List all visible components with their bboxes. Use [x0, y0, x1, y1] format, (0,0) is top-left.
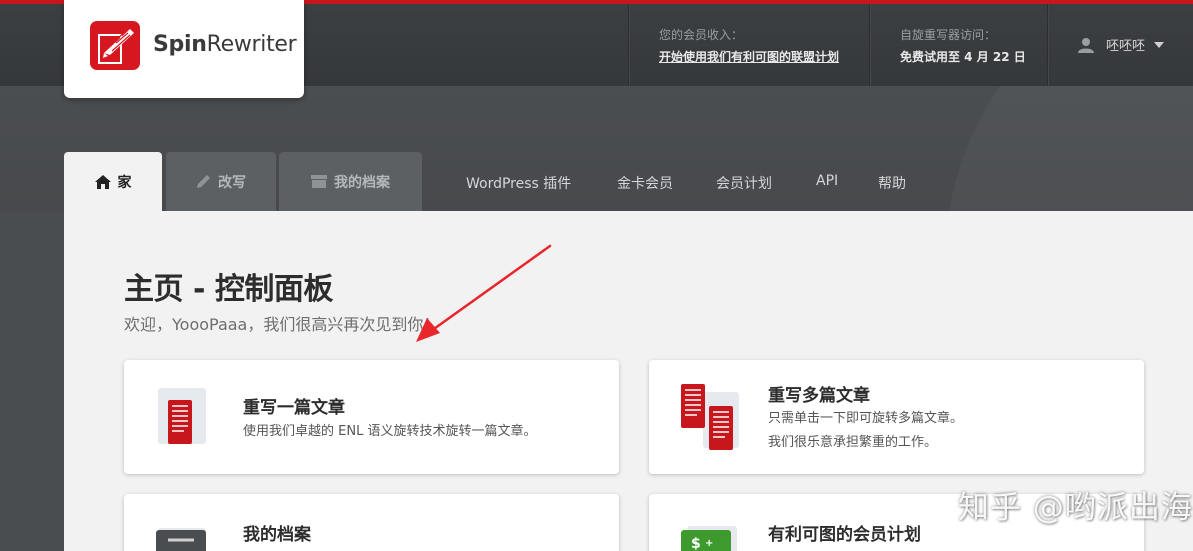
user-name: 呸呸呸: [1106, 39, 1146, 54]
multiple-documents-icon: [681, 384, 739, 450]
card-description-line-2: 我们很乐意承担繁重的工作。: [768, 435, 938, 450]
tab-rewrite[interactable]: 改写: [166, 152, 276, 211]
access-block: 自旋重写器访问： 免费试用至 4 月 22 日: [900, 26, 1026, 65]
tab-home[interactable]: 家: [64, 152, 162, 211]
brand-name-light: Rewriter: [206, 32, 297, 57]
tab-home-label: 家: [117, 174, 132, 191]
card-title: 我的档案: [243, 525, 311, 545]
page-subtitle: 欢迎，YoooPaaa，我们很高兴再次见到你！: [124, 315, 440, 334]
brand-name-bold: Spin: [153, 32, 207, 57]
nav-gold-membership[interactable]: 金卡会员: [617, 173, 673, 193]
tab-my-files-label: 我的档案: [334, 174, 390, 191]
archive-icon: [156, 528, 206, 551]
access-label: 自旋重写器访问：: [900, 28, 997, 42]
pencil-icon: [196, 174, 211, 189]
header-divider: [1047, 4, 1048, 86]
card-title: 重写一篇文章: [243, 398, 345, 418]
card-title: 有利可图的会员计划: [768, 525, 921, 545]
card-rewrite-one-article[interactable]: 重写一篇文章 使用我们卓越的 ENL 语义旋转技术旋转一篇文章。: [124, 360, 619, 474]
svg-text:+: +: [705, 538, 713, 549]
header-divider: [628, 4, 629, 86]
header-divider: [869, 4, 870, 86]
affiliate-label: 您的会员收入：: [659, 28, 744, 42]
user-menu[interactable]: 呸呸呸: [1078, 35, 1165, 54]
card-rewrite-multiple-articles[interactable]: 重写多篇文章 只需单击一下即可旋转多篇文章。 我们很乐意承担繁重的工作。: [649, 360, 1144, 474]
card-my-files[interactable]: 我的档案: [124, 494, 619, 551]
access-value: 免费试用至 4 月 22 日: [900, 50, 1026, 64]
card-description-line-1: 只需单击一下即可旋转多篇文章。: [768, 411, 964, 426]
user-icon: [1078, 37, 1094, 53]
spin-rewriter-logo-icon: [90, 21, 140, 70]
affiliate-block: 您的会员收入： 开始使用我们有利可图的联盟计划: [659, 26, 839, 65]
card-title: 重写多篇文章: [768, 386, 870, 406]
decorative-arc: [943, 86, 1193, 211]
chevron-down-icon: [1154, 41, 1165, 48]
nav-help[interactable]: 帮助: [878, 173, 906, 193]
single-document-icon: [158, 388, 206, 444]
svg-text:$: $: [691, 536, 701, 551]
card-description: 使用我们卓越的 ENL 语义旋转技术旋转一篇文章。: [243, 424, 537, 439]
folder-icon: [311, 175, 327, 188]
money-icon: $ +: [681, 526, 737, 551]
nav-wordpress-plugin[interactable]: WordPress 插件: [466, 173, 571, 193]
nav-affiliate-program[interactable]: 会员计划: [716, 173, 772, 193]
brand-name: SpinRewriter: [153, 32, 297, 57]
home-icon: [94, 174, 111, 189]
tab-rewrite-label: 改写: [218, 174, 246, 191]
tab-my-files[interactable]: 我的档案: [279, 152, 422, 211]
affiliate-program-link[interactable]: 开始使用我们有利可图的联盟计划: [659, 48, 839, 65]
page-title: 主页 - 控制面板: [124, 272, 333, 307]
nav-api[interactable]: API: [816, 173, 838, 189]
logo-card[interactable]: SpinRewriter: [64, 0, 304, 98]
watermark-text: 知乎 @哟派出海: [958, 490, 1193, 526]
